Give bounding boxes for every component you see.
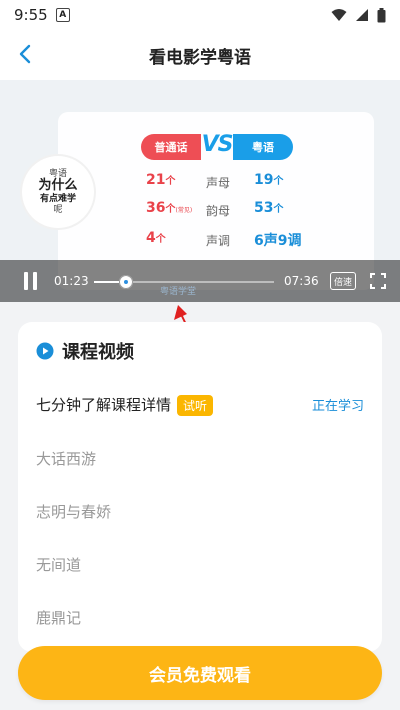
- status-left: 9:55 A: [14, 6, 70, 24]
- lesson-item[interactable]: 大话西游: [36, 448, 366, 469]
- lesson-title: 无间道: [36, 556, 82, 574]
- speed-button[interactable]: 倍速: [330, 272, 356, 290]
- mandarin-number: 21: [146, 172, 166, 188]
- lesson-title: 大话西游: [36, 450, 97, 468]
- current-time: 01:23: [54, 274, 89, 288]
- mandarin-value: 21个: [146, 172, 175, 188]
- nav-bar: 看电影学粤语: [0, 30, 400, 80]
- battery-icon: [377, 7, 386, 22]
- lesson-title: 志明与春娇: [36, 503, 112, 521]
- category-label: 声调: [206, 234, 231, 248]
- course-card: 课程视频 七分钟了解课程详情 试听 正在学习 大话西游 志明与春娇 无间道 鹿鼎记: [18, 322, 382, 652]
- mandarin-number: 4: [146, 230, 156, 246]
- vs-label: VS: [201, 132, 234, 157]
- lesson-title: 七分钟了解课程详情: [36, 396, 172, 414]
- unit: 个: [155, 234, 166, 245]
- mandarin-value: 4个: [146, 230, 166, 246]
- unit: 个: [165, 204, 176, 215]
- bubble-line-4: 呢: [53, 204, 63, 215]
- video-player[interactable]: 粤语 为什么 有点难学 呢 普通话 粤语 VS 21个 声母 19个 36个(常…: [0, 80, 400, 302]
- play-circle-icon: [36, 342, 54, 360]
- notification-icon: A: [55, 8, 70, 22]
- section-title: 课程视频: [62, 342, 134, 363]
- comparison-header: 普通话 粤语 VS: [141, 132, 293, 160]
- trial-badge: 试听: [177, 395, 214, 416]
- mandarin-number: 36: [146, 200, 166, 216]
- unit: 个: [273, 176, 284, 187]
- lesson-item[interactable]: 志明与春娇: [36, 501, 366, 522]
- cantonese-number: 6声9调: [254, 233, 302, 249]
- fullscreen-icon[interactable]: [370, 273, 386, 289]
- cantonese-value: 53个: [254, 200, 283, 216]
- wifi-icon: [331, 9, 347, 21]
- cantonese-value: 6声9调: [254, 230, 301, 250]
- signal-icon: [356, 9, 368, 21]
- mandarin-label: 普通话: [141, 134, 201, 160]
- category-label: 韵母: [206, 204, 231, 218]
- member-watch-button[interactable]: 会员免费观看: [18, 646, 382, 700]
- bubble-line-2: 为什么: [38, 178, 78, 194]
- page-title: 看电影学粤语: [149, 47, 251, 68]
- lesson-item[interactable]: 鹿鼎记: [36, 607, 366, 628]
- comparison-row: 36个(常见) 韵母 53个: [146, 200, 316, 222]
- learning-status: 正在学习: [311, 399, 364, 414]
- question-bubble: 粤语 为什么 有点难学 呢: [22, 156, 94, 228]
- category-label: 声母: [206, 176, 231, 190]
- lesson-title: 鹿鼎记: [36, 609, 82, 627]
- watermark: 粤语学堂: [160, 287, 197, 297]
- pause-icon[interactable]: [22, 272, 40, 290]
- section-header: 课程视频: [36, 338, 134, 364]
- cantonese-value: 19个: [254, 172, 283, 188]
- player-controls: 01:23 07:36 倍速: [0, 260, 400, 302]
- bubble-line-3: 有点难学: [39, 194, 76, 205]
- lesson-item[interactable]: 无间道: [36, 554, 366, 575]
- cantonese-number: 53: [254, 200, 274, 216]
- unit: 个: [165, 176, 176, 187]
- note: (常见): [175, 207, 193, 214]
- cantonese-number: 19: [254, 172, 274, 188]
- status-icons: [331, 7, 386, 23]
- clock: 9:55: [14, 6, 48, 24]
- comparison-row: 21个 声母 19个: [146, 172, 316, 194]
- total-time: 07:36: [284, 274, 319, 288]
- cantonese-label: 粤语: [233, 134, 293, 160]
- unit: 个: [273, 204, 284, 215]
- comparison-row: 4个 声调 6声9调: [146, 230, 316, 252]
- progress-thumb[interactable]: [119, 275, 134, 289]
- progress-bar[interactable]: [94, 275, 274, 289]
- mandarin-value: 36个(常见): [146, 200, 192, 216]
- status-bar: 9:55 A: [0, 0, 400, 30]
- back-icon[interactable]: [14, 42, 38, 66]
